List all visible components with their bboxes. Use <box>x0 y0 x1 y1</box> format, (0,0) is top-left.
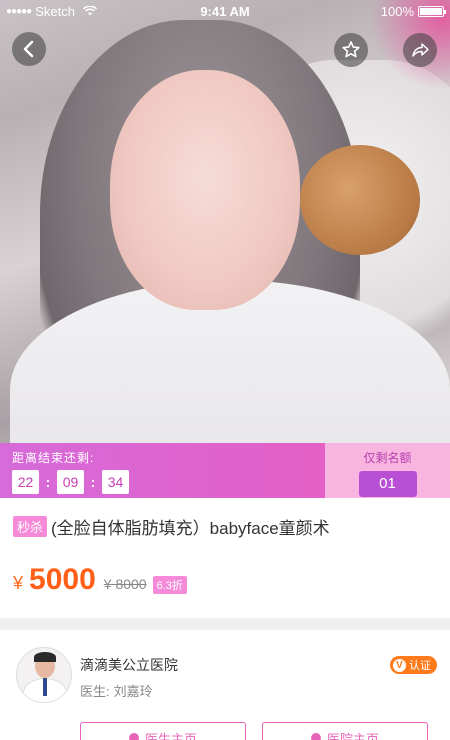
doctor-homepage-label: 医生主页 <box>144 731 197 740</box>
flash-sale-countdown: 距离结束还剩: 22 : 09 : 34 仅剩名额 01 <box>0 443 450 498</box>
doctor-avatar[interactable] <box>16 647 72 703</box>
section-divider <box>0 618 450 630</box>
hospital-name[interactable]: 滴滴美公立医院 <box>80 655 178 675</box>
hospital-homepage-button[interactable]: 医院主页 <box>262 722 428 740</box>
quota-count: 01 <box>358 471 417 497</box>
back-button[interactable] <box>12 32 46 66</box>
original-price: ¥ 8000 <box>103 576 147 592</box>
timer-separator: : <box>45 474 51 490</box>
countdown-minutes: 09 <box>57 470 84 494</box>
doctor-info: 医生: 刘嘉玲 <box>80 681 153 700</box>
product-info: 秒杀 (全脸自体脂肪填充）babyface童颜术 ¥ 5000 ¥ 8000 6… <box>0 498 450 618</box>
countdown-timer: 22 : 09 : 34 <box>12 470 315 494</box>
status-time: 9:41 AM <box>200 3 250 19</box>
countdown-timer-section: 距离结束还剩: 22 : 09 : 34 <box>0 443 325 498</box>
discount-badge: 6.3折 <box>152 576 187 594</box>
hero-face <box>110 70 300 310</box>
quota-section: 仅剩名额 01 <box>325 443 450 498</box>
flash-sale-tag: 秒杀 <box>13 516 48 537</box>
doctor-label: 医生: <box>80 684 110 699</box>
avatar-tie <box>43 678 47 696</box>
battery-icon <box>418 5 446 17</box>
product-hero-image <box>0 0 450 443</box>
certified-label: 认证 <box>409 660 431 672</box>
product-title-row: 秒杀 (全脸自体脂肪填充）babyface童颜术 <box>13 514 437 539</box>
countdown-seconds: 34 <box>102 470 129 494</box>
star-icon <box>342 41 360 58</box>
battery-level-fill <box>420 7 442 15</box>
avatar-hair <box>34 652 56 662</box>
price-row: ¥ 5000 ¥ 8000 6.3折 <box>13 563 437 597</box>
share-button[interactable] <box>403 33 437 67</box>
countdown-hours: 22 <box>12 470 39 494</box>
back-arrow-icon <box>23 40 34 58</box>
hospital-icon <box>310 733 321 740</box>
certified-badge: V 认证 <box>390 656 437 674</box>
sale-price: 5000 <box>29 563 96 596</box>
favorite-button[interactable] <box>334 33 368 67</box>
product-title: (全脸自体脂肪填充）babyface童颜术 <box>51 519 330 538</box>
doctor-homepage-button[interactable]: 医生主页 <box>80 722 246 740</box>
quota-label: 仅剩名额 <box>363 451 412 465</box>
hospital-homepage-label: 医院主页 <box>326 731 379 740</box>
countdown-label: 距离结束还剩: <box>12 451 95 465</box>
status-bar: ●●●●● Sketch 9:41 AM 100% <box>0 0 450 22</box>
currency-symbol: ¥ <box>13 573 24 593</box>
doctor-icon <box>128 733 139 740</box>
verified-icon: V <box>393 658 406 672</box>
hero-bread <box>300 145 420 255</box>
timer-separator: : <box>90 474 96 490</box>
share-icon <box>412 43 429 57</box>
doctor-name: 刘嘉玲 <box>113 684 153 699</box>
